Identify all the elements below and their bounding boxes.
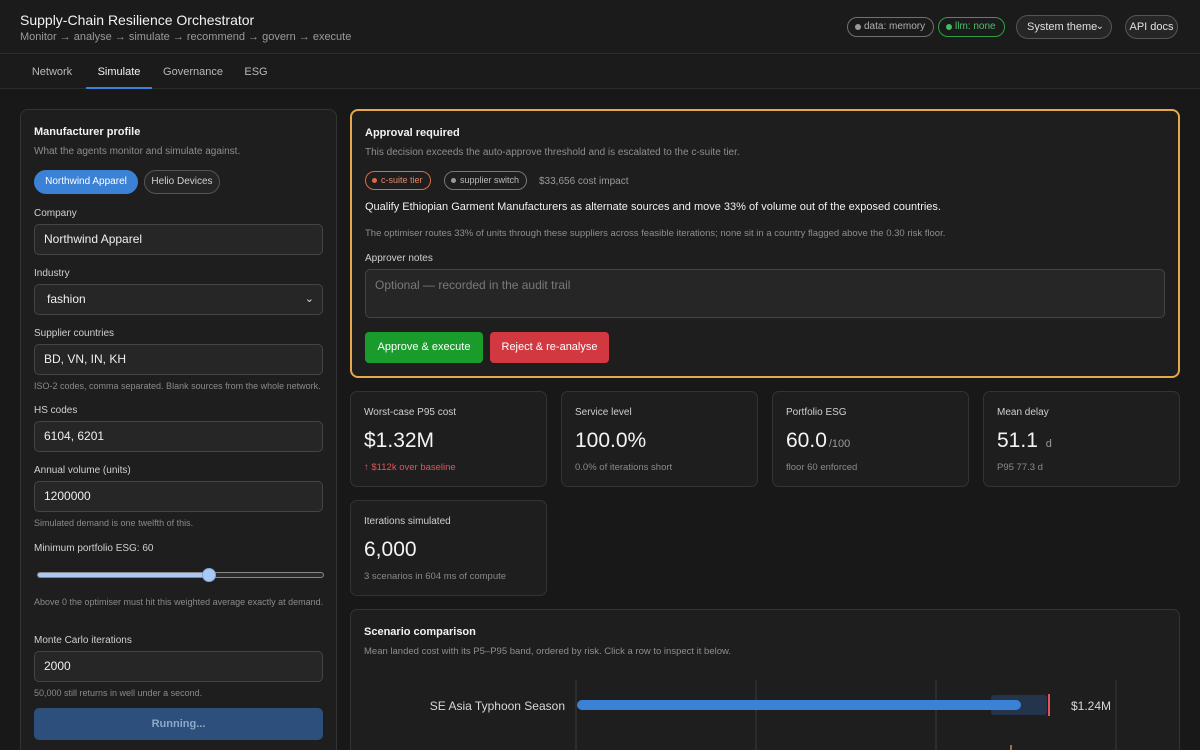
- kpi-note: 3 scenarios in 604 ms of compute: [364, 571, 507, 582]
- api-docs-button[interactable]: API docs: [1125, 15, 1178, 39]
- annual-volume-label: Annual volume (units): [34, 465, 131, 476]
- tab-simulate[interactable]: Simulate: [86, 55, 152, 89]
- tab-esg[interactable]: ESG: [234, 55, 278, 89]
- min-esg-label: Minimum portfolio ESG: 60: [34, 543, 154, 554]
- tab-governance[interactable]: Governance: [154, 55, 232, 89]
- kpi-note: floor 60 enforced: [786, 462, 858, 473]
- run-simulation-button[interactable]: Running...: [34, 708, 323, 740]
- kpi-portfolio-esg: Portfolio ESG 60.0/100 floor 60 enforced: [772, 391, 969, 487]
- kpi-value-number: 51.1: [997, 429, 1038, 452]
- app-title: Supply-Chain Resilience Orchestrator: [20, 12, 255, 28]
- approver-notes-label: Approver notes: [365, 253, 433, 264]
- chevron-down-icon: ⌄: [1095, 21, 1104, 32]
- tier-badge: c-suite tier: [365, 171, 431, 190]
- status-dot-icon: [372, 178, 377, 183]
- status-dot-icon: [451, 178, 456, 183]
- annual-volume-help: Simulated demand is one twelfth of this.: [34, 518, 194, 528]
- preset-helio-devices[interactable]: Helio Devices: [144, 170, 220, 194]
- company-label: Company: [34, 208, 77, 219]
- app-subtitle: Monitor → analyse → simulate → recommend…: [20, 31, 352, 43]
- iterations-input[interactable]: 2000: [34, 651, 323, 682]
- approver-notes-textarea[interactable]: Optional — recorded in the audit trail: [365, 269, 1165, 318]
- kpi-unit: d: [1045, 438, 1052, 450]
- industry-select[interactable]: fashion ⌄: [34, 284, 323, 315]
- main-tabs: Network Simulate Governance ESG: [0, 55, 1200, 89]
- theme-select-value: System theme: [1027, 21, 1098, 33]
- kpi-mean-delay: Mean delay 51.1 d P95 77.3 d: [983, 391, 1180, 487]
- mean-cost-bar: [577, 700, 1021, 710]
- kpi-value-number: 60.0: [786, 429, 827, 452]
- hs-codes-label: HS codes: [34, 405, 78, 416]
- approval-card: Approval required This decision exceeds …: [350, 109, 1180, 378]
- preset-northwind-apparel[interactable]: Northwind Apparel: [34, 170, 138, 194]
- slider-handle[interactable]: [202, 568, 216, 582]
- approval-title: Approval required: [365, 127, 460, 139]
- kpi-value: $1.32M: [364, 429, 435, 452]
- annual-volume-input[interactable]: 1200000: [34, 481, 323, 512]
- recommendation-text: Qualify Ethiopian Garment Manufacturers …: [365, 201, 941, 213]
- status-dot-icon: [855, 24, 861, 30]
- supplier-countries-help: ISO-2 codes, comma separated. Blank sour…: [34, 381, 321, 391]
- action-type-label: supplier switch: [460, 175, 520, 185]
- data-source-label: data: memory: [864, 21, 926, 32]
- slider-fill: [38, 573, 209, 577]
- theme-select[interactable]: System theme ⌄: [1016, 15, 1112, 39]
- approve-button[interactable]: Approve & execute: [365, 332, 483, 363]
- manufacturer-profile-panel: Manufacturer profile What the agents mon…: [20, 109, 337, 750]
- scenario-row-label: SE Asia Typhoon Season: [430, 699, 565, 713]
- kpi-note: P95 77.3 d: [997, 462, 1043, 473]
- scenario-row-value: $1.24M: [1071, 699, 1111, 713]
- kpi-value: 100.0%: [575, 429, 647, 452]
- tab-network[interactable]: Network: [20, 55, 84, 89]
- kpi-label: Portfolio ESG: [786, 407, 847, 418]
- kpi-value: 60.0/100: [786, 429, 850, 453]
- industry-label: Industry: [34, 268, 70, 279]
- kpi-unit: /100: [828, 438, 851, 450]
- kpi-p95-cost: Worst-case P95 cost $1.32M ↑ $112k over …: [350, 391, 547, 487]
- panel-subtitle: What the agents monitor and simulate aga…: [34, 146, 241, 157]
- iterations-help: 50,000 still returns in well under a sec…: [34, 688, 203, 698]
- industry-select-value: fashion: [47, 292, 86, 306]
- data-source-badge: data: memory: [847, 17, 935, 37]
- company-input[interactable]: Northwind Apparel: [34, 224, 323, 255]
- llm-status-label: llm: none: [955, 21, 996, 32]
- llm-status-badge: llm: none: [938, 17, 1005, 37]
- scenario-row[interactable]: SE Asia Typhoon Season $1.24M: [430, 694, 1111, 716]
- min-esg-help: Above 0 the optimiser must hit this weig…: [34, 597, 324, 607]
- kpi-note: 0.0% of iterations short: [575, 462, 673, 473]
- kpi-note: ↑ $112k over baseline: [364, 462, 456, 473]
- iterations-label: Monte Carlo iterations: [34, 635, 132, 646]
- reject-button[interactable]: Reject & re-analyse: [490, 332, 609, 363]
- status-dot-icon: [946, 24, 952, 30]
- kpi-label: Service level: [575, 407, 632, 418]
- panel-title: Manufacturer profile: [34, 126, 141, 138]
- action-type-badge: supplier switch: [444, 171, 528, 190]
- tier-badge-label: c-suite tier: [381, 175, 423, 185]
- cost-impact: $33,656 cost impact: [539, 176, 629, 187]
- kpi-label: Worst-case P95 cost: [364, 407, 457, 418]
- kpi-iterations: Iterations simulated 6,000 3 scenarios i…: [350, 500, 547, 596]
- scenario-chart: SE Asia Typhoon Season $1.24M: [430, 680, 1117, 750]
- kpi-value: 6,000: [364, 538, 417, 561]
- kpi-service-level: Service level 100.0% 0.0% of iterations …: [561, 391, 758, 487]
- kpi-label: Mean delay: [997, 407, 1049, 418]
- approval-subtitle: This decision exceeds the auto-approve t…: [365, 147, 740, 158]
- kpi-value: 51.1 d: [997, 429, 1052, 453]
- app-header: Supply-Chain Resilience Orchestrator Mon…: [0, 0, 1200, 54]
- scenario-comparison-card: Scenario comparison Mean landed cost wit…: [350, 609, 1180, 750]
- supplier-countries-input[interactable]: BD, VN, IN, KH: [34, 344, 323, 375]
- min-esg-slider[interactable]: [37, 568, 324, 582]
- chevron-down-icon: ⌄: [304, 293, 314, 305]
- recommendation-note: The optimiser routes 33% of units throug…: [365, 228, 946, 239]
- hs-codes-input[interactable]: 6104, 6201: [34, 421, 323, 452]
- supplier-countries-label: Supplier countries: [34, 328, 115, 339]
- kpi-label: Iterations simulated: [364, 516, 451, 527]
